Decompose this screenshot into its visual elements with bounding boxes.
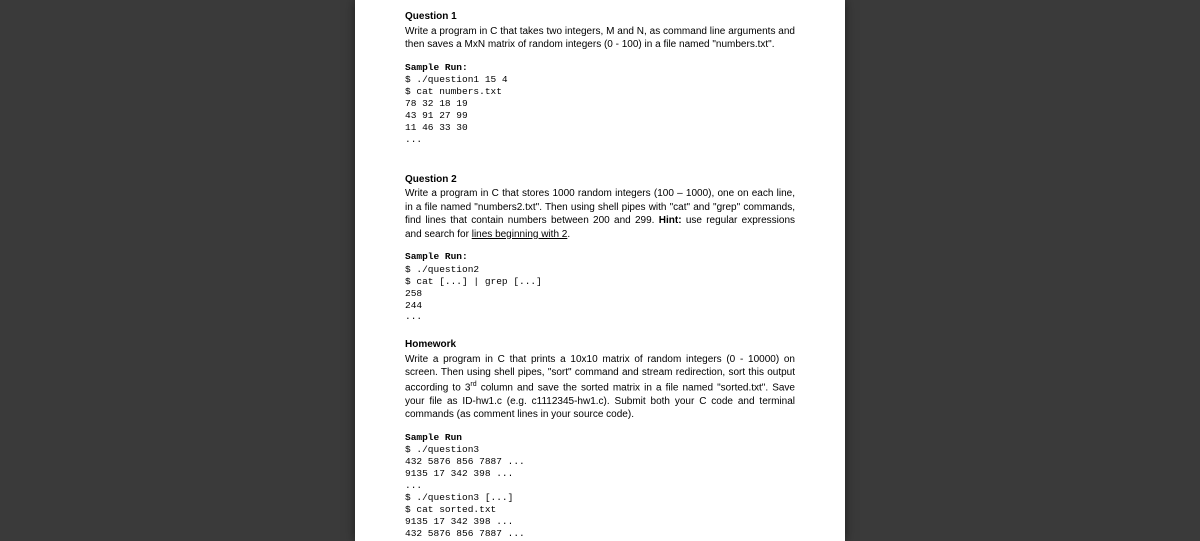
homework: Homework Write a program in C that print…: [405, 338, 795, 539]
q1-code: $ ./question1 15 4 $ cat numbers.txt 78 …: [405, 74, 795, 145]
q2-body: Write a program in C that stores 1000 ra…: [405, 187, 795, 241]
hw-body: Write a program in C that prints a 10x10…: [405, 353, 795, 422]
q2-hint: Hint:: [659, 215, 682, 226]
q1-sample-label: Sample Run:: [405, 62, 795, 75]
q2-body-underline: lines beginning with 2: [472, 229, 568, 240]
hw-code: $ ./question3 432 5876 856 7887 ... 9135…: [405, 444, 795, 539]
q1-body: Write a program in C that takes two inte…: [405, 25, 795, 52]
question-2: Question 2 Write a program in C that sto…: [405, 173, 795, 324]
q2-title: Question 2: [405, 173, 795, 187]
q2-code: $ ./question2 $ cat [...] | grep [...] 2…: [405, 264, 795, 323]
q1-title: Question 1: [405, 10, 795, 24]
q2-body-text3: .: [567, 229, 570, 240]
question-1: Question 1 Write a program in C that tak…: [405, 10, 795, 146]
gap: [405, 328, 795, 338]
hw-title: Homework: [405, 338, 795, 352]
q2-sample-label: Sample Run:: [405, 251, 795, 264]
document-page: Question 1 Write a program in C that tak…: [355, 0, 845, 541]
hw-sample-label: Sample Run: [405, 432, 795, 445]
gap: [405, 151, 795, 173]
